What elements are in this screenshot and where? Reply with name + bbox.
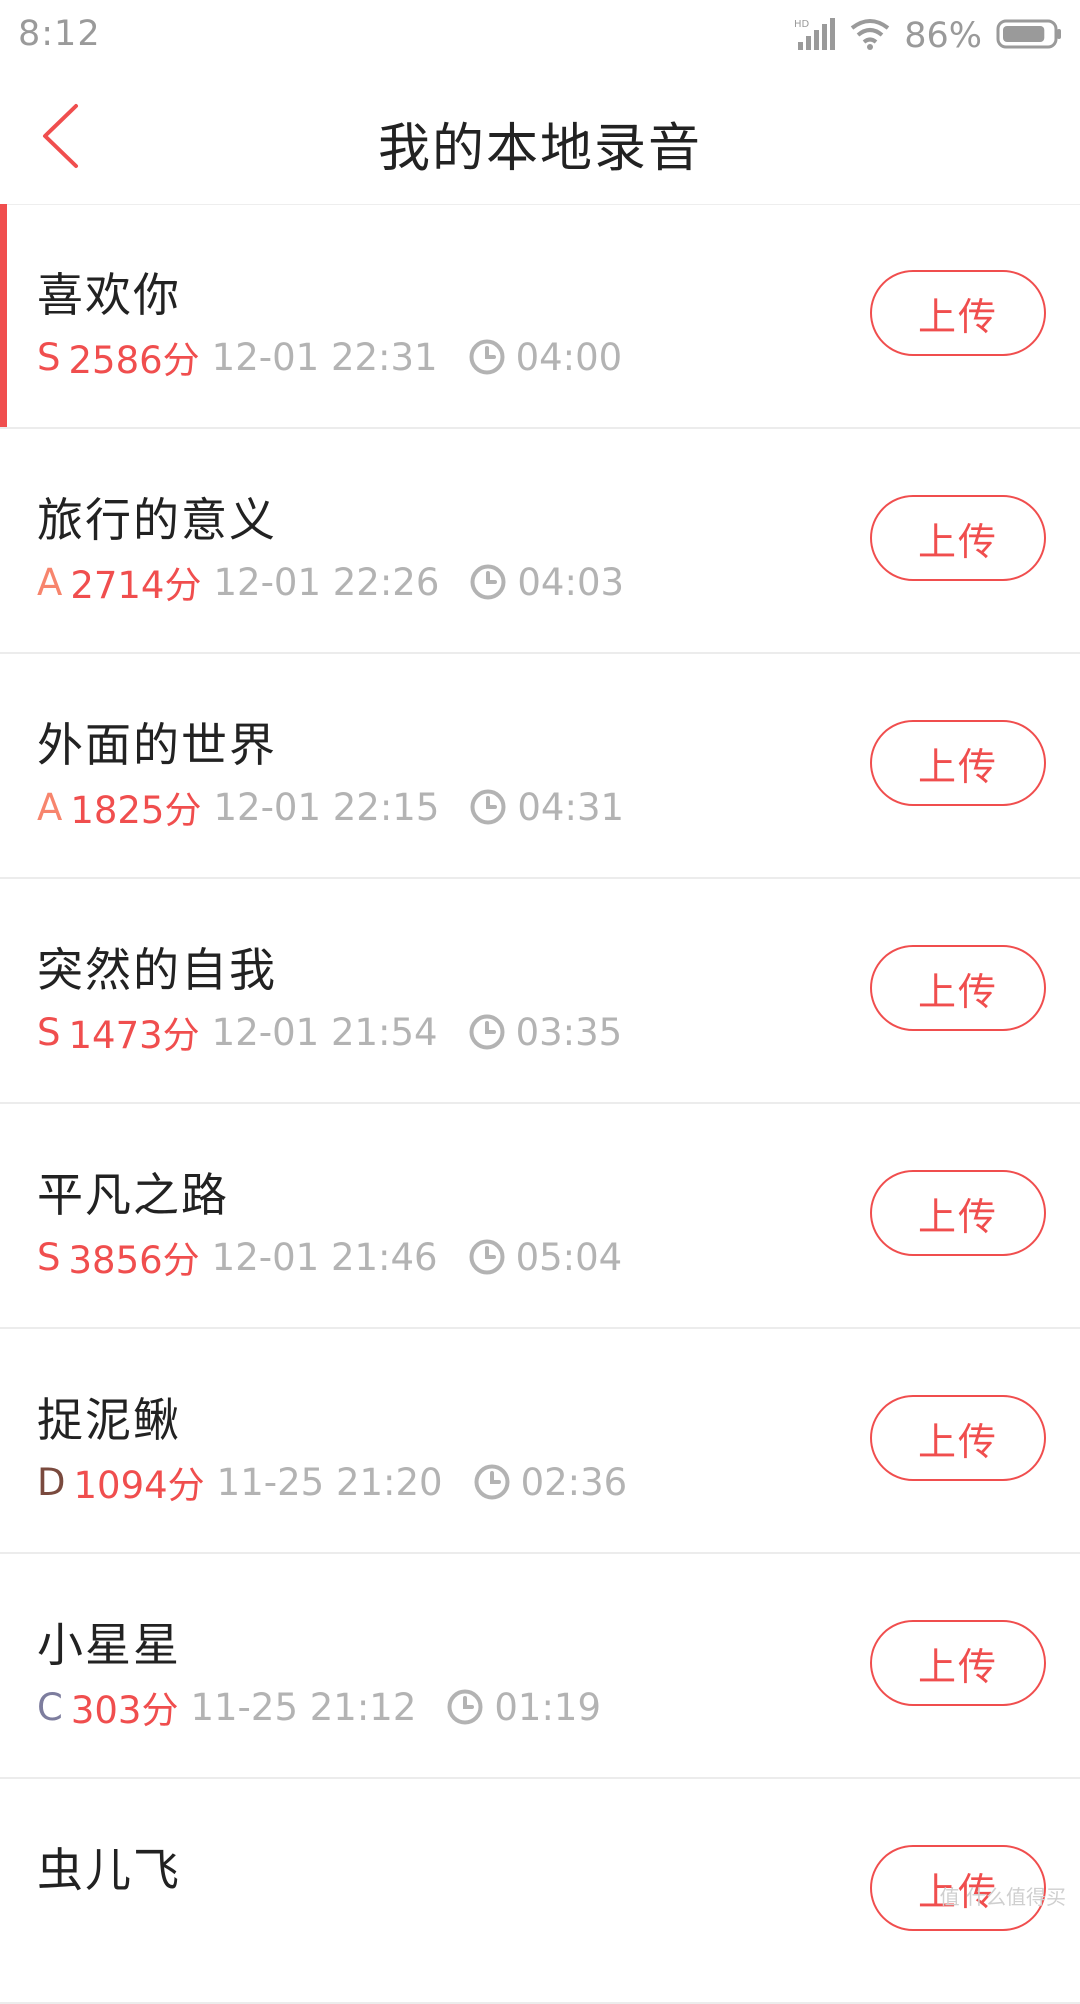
score-label: 1094分: [73, 1464, 205, 1507]
grade-label: A: [37, 785, 63, 829]
app-header: 我的本地录音: [0, 72, 1080, 205]
status-time: 8:12: [18, 14, 101, 54]
recording-title: 捉泥鳅: [37, 1393, 181, 1447]
recording-item[interactable]: 旅行的意义 A 2714分 12-01 22:26 04:03 上传: [0, 429, 1080, 654]
clock-icon: [468, 1238, 506, 1276]
recording-item[interactable]: 捉泥鳅 D 1094分 11-25 21:20 02:36 上传: [0, 1329, 1080, 1554]
recording-list: 喜欢你 S 2586分 12-01 22:31 04:00 上传 旅行的意义 A…: [0, 204, 1080, 2004]
duration-label: 04:03: [517, 560, 625, 604]
watermark-text: 值 什么值得买: [939, 1885, 1066, 1909]
duration-label: 01:19: [494, 1685, 602, 1729]
upload-button[interactable]: 上传: [870, 945, 1046, 1031]
clock-icon: [446, 1688, 484, 1726]
date-label: 12-01 22:31: [211, 335, 438, 379]
duration-label: 05:04: [515, 1235, 623, 1279]
clock-icon: [473, 1463, 511, 1501]
date-label: 12-01 21:54: [211, 1010, 438, 1054]
recording-meta: S 1473分 12-01 21:54 03:35: [37, 1005, 622, 1059]
recording-meta: A 2714分 12-01 22:26 04:03: [37, 555, 624, 609]
recording-item[interactable]: 小星星 C 303分 11-25 21:12 01:19 上传: [0, 1554, 1080, 1779]
grade-label: S: [37, 1010, 61, 1054]
recording-title: 旅行的意义: [37, 493, 277, 547]
clock-icon: [469, 788, 507, 826]
grade-label: C: [37, 1685, 63, 1729]
score-label: 1473分: [68, 1014, 200, 1057]
score-label: 303分: [70, 1689, 179, 1732]
recording-title: 外面的世界: [37, 718, 277, 772]
date-label: 12-01 21:46: [211, 1235, 438, 1279]
recording-meta: S 3856分 12-01 21:46 05:04: [37, 1230, 622, 1284]
recording-title: 小星星: [37, 1618, 181, 1672]
duration-label: 04:00: [515, 335, 623, 379]
wifi-icon: [850, 18, 890, 54]
recording-title: 突然的自我: [37, 943, 277, 997]
grade-label: S: [37, 1235, 61, 1279]
upload-button[interactable]: 上传: [870, 1170, 1046, 1256]
recording-item[interactable]: 外面的世界 A 1825分 12-01 22:15 04:31 上传: [0, 654, 1080, 879]
duration-label: 02:36: [520, 1460, 628, 1504]
upload-button[interactable]: 上传: [870, 270, 1046, 356]
recording-meta: S 2586分 12-01 22:31 04:00: [37, 330, 622, 384]
score-label: 2586分: [68, 339, 200, 382]
grade-label: D: [37, 1460, 66, 1504]
upload-button[interactable]: 上传: [870, 1395, 1046, 1481]
upload-button[interactable]: 上传: [870, 495, 1046, 581]
date-label: 11-25 21:12: [190, 1685, 417, 1729]
duration-label: 03:35: [515, 1010, 623, 1054]
grade-label: A: [37, 560, 63, 604]
clock-icon: [468, 338, 506, 376]
recording-item[interactable]: 平凡之路 S 3856分 12-01 21:46 05:04 上传: [0, 1104, 1080, 1329]
recording-meta: D 1094分 11-25 21:20 02:36: [37, 1455, 627, 1509]
status-icons: HD 86%: [794, 14, 1062, 58]
score-label: 3856分: [68, 1239, 200, 1282]
upload-button[interactable]: 上传: [870, 720, 1046, 806]
recording-title: 喜欢你: [37, 268, 181, 322]
date-label: 12-01 22:15: [213, 785, 440, 829]
clock-icon: [469, 563, 507, 601]
recording-item[interactable]: 喜欢你 S 2586分 12-01 22:31 04:00 上传: [0, 204, 1080, 429]
recording-meta: A 1825分 12-01 22:15 04:31: [37, 780, 624, 834]
score-label: 1825分: [70, 789, 202, 832]
date-label: 11-25 21:20: [216, 1460, 443, 1504]
recording-item[interactable]: 突然的自我 S 1473分 12-01 21:54 03:35 上传: [0, 879, 1080, 1104]
signal-icon: HD: [794, 18, 836, 54]
upload-button[interactable]: 上传: [870, 1620, 1046, 1706]
date-label: 12-01 22:26: [213, 560, 440, 604]
battery-icon: [996, 18, 1062, 54]
recording-item[interactable]: 虫儿飞 上传: [0, 1779, 1080, 2004]
recording-meta: C 303分 11-25 21:12 01:19: [37, 1680, 601, 1734]
svg-text:HD: HD: [794, 19, 810, 30]
page-title: 我的本地录音: [377, 119, 702, 179]
clock-icon: [468, 1013, 506, 1051]
recording-title: 虫儿飞: [37, 1843, 181, 1897]
grade-label: S: [37, 335, 61, 379]
duration-label: 04:31: [517, 785, 625, 829]
status-bar: 8:12 HD 86%: [0, 0, 1080, 72]
score-label: 2714分: [70, 564, 202, 607]
battery-percentage: 86%: [904, 16, 982, 56]
recording-title: 平凡之路: [37, 1168, 229, 1222]
